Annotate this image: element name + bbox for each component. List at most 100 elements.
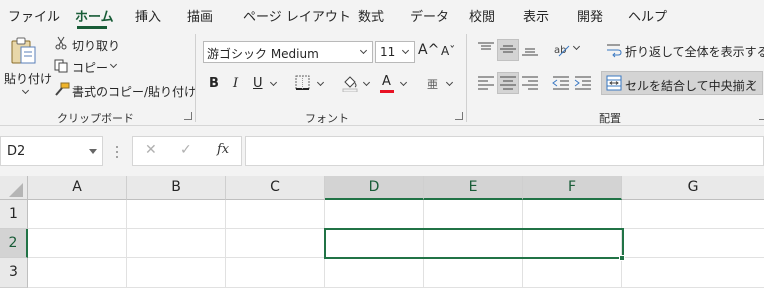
- underline-dropdown-icon[interactable]: [269, 78, 278, 87]
- underline-button[interactable]: U: [253, 76, 263, 91]
- font-name-select[interactable]: 游ゴシック Medium: [203, 41, 373, 63]
- group-divider: [466, 34, 467, 122]
- copy-button[interactable]: コピー: [72, 59, 108, 76]
- fill-color-dropdown-icon[interactable]: [362, 78, 371, 87]
- clipboard-launcher-icon[interactable]: [184, 112, 192, 120]
- paste-dropdown-icon[interactable]: [21, 86, 30, 95]
- paste-button[interactable]: 貼り付け: [4, 70, 52, 87]
- cell-c3[interactable]: [226, 258, 325, 288]
- column-header-a[interactable]: A: [28, 176, 127, 200]
- alignment-group-label: 配置: [599, 112, 621, 125]
- cell-b3[interactable]: [127, 258, 226, 288]
- tab-review[interactable]: 校閲: [469, 6, 495, 25]
- column-header-c[interactable]: C: [226, 176, 325, 200]
- cell-c1[interactable]: [226, 200, 325, 229]
- align-right-icon[interactable]: [521, 75, 539, 91]
- orientation-dropdown-icon[interactable]: [572, 42, 581, 51]
- chevron-down-icon: [401, 46, 410, 55]
- row-header-2[interactable]: 2: [0, 229, 28, 258]
- tab-data[interactable]: データ: [410, 6, 449, 25]
- active-tab-indicator: [77, 26, 107, 29]
- format-painter-icon: [55, 82, 70, 96]
- cell-a1[interactable]: [28, 200, 127, 229]
- font-name-value: 游ゴシック Medium: [207, 47, 319, 61]
- formula-buttons: ✕ ✓ fx: [132, 136, 242, 166]
- align-top-icon[interactable]: [477, 41, 495, 57]
- tab-page-layout[interactable]: ページ レイアウト: [243, 6, 351, 25]
- name-box[interactable]: D2: [0, 136, 103, 166]
- column-header-g[interactable]: G: [622, 176, 764, 200]
- tab-view[interactable]: 表示: [523, 6, 549, 25]
- column-header-d[interactable]: D: [325, 176, 424, 200]
- row-header-1[interactable]: 1: [0, 200, 28, 229]
- font-group-label: フォント: [305, 112, 349, 125]
- tab-draw[interactable]: 描画: [187, 6, 213, 25]
- tab-formulas[interactable]: 数式: [358, 6, 384, 25]
- cancel-button[interactable]: ✕: [145, 142, 157, 158]
- cell-d1[interactable]: [325, 200, 424, 229]
- tab-home[interactable]: ホーム: [75, 6, 114, 25]
- tab-help[interactable]: ヘルプ: [628, 6, 667, 25]
- phonetic-guide-button[interactable]: 亜: [427, 76, 438, 92]
- cell-a3[interactable]: [28, 258, 127, 288]
- align-left-icon[interactable]: [477, 75, 495, 91]
- drag-handle-icon[interactable]: [115, 145, 119, 159]
- formula-input[interactable]: [245, 136, 764, 166]
- cell-a2[interactable]: [28, 229, 127, 258]
- cell-d3[interactable]: [325, 258, 424, 288]
- wrap-text-button[interactable]: 折り返して全体を表示する: [625, 43, 764, 60]
- phonetic-dropdown-icon[interactable]: [445, 78, 454, 87]
- borders-dropdown-icon[interactable]: [316, 78, 325, 87]
- group-divider: [195, 34, 196, 122]
- column-header-b[interactable]: B: [127, 176, 226, 200]
- ribbon-tab-bar: ファイル ホーム 挿入 描画 ページ レイアウト 数式 データ 校閲 表示 開発…: [0, 0, 764, 30]
- paste-icon[interactable]: [9, 36, 39, 66]
- cell-b1[interactable]: [127, 200, 226, 229]
- shrink-font-button[interactable]: Aˇ: [441, 44, 455, 58]
- decrease-indent-icon[interactable]: [552, 75, 570, 91]
- borders-icon[interactable]: [295, 75, 311, 91]
- cell-g3[interactable]: [622, 258, 764, 288]
- font-color-dropdown-icon[interactable]: [399, 78, 408, 87]
- font-color-button[interactable]: A: [382, 74, 391, 89]
- column-header-f[interactable]: F: [523, 176, 622, 200]
- cut-button[interactable]: 切り取り: [72, 37, 120, 54]
- cell-e3[interactable]: [424, 258, 523, 288]
- bold-button[interactable]: B: [209, 76, 219, 91]
- tab-file[interactable]: ファイル: [8, 6, 60, 25]
- cell-g2[interactable]: [622, 229, 764, 258]
- tab-insert[interactable]: 挿入: [135, 6, 161, 25]
- cell-e1[interactable]: [424, 200, 523, 229]
- chevron-down-icon: [359, 46, 368, 55]
- insert-function-button[interactable]: fx: [217, 142, 229, 157]
- name-box-value: D2: [7, 144, 26, 159]
- cell-f1[interactable]: [523, 200, 622, 229]
- italic-button[interactable]: I: [233, 76, 238, 91]
- cell-g1[interactable]: [622, 200, 764, 229]
- enter-button[interactable]: ✓: [180, 142, 192, 158]
- orientation-icon[interactable]: ab: [553, 40, 571, 58]
- clipboard-group-label: クリップボード: [57, 112, 134, 125]
- tab-developer[interactable]: 開発: [577, 6, 603, 25]
- name-box-dropdown-icon[interactable]: [89, 149, 97, 155]
- copy-dropdown-icon[interactable]: [109, 60, 118, 69]
- fill-handle[interactable]: [619, 255, 625, 261]
- cell-b2[interactable]: [127, 229, 226, 258]
- alignment-launcher-icon[interactable]: [759, 112, 764, 120]
- copy-icon: [54, 59, 68, 73]
- grow-font-button[interactable]: A^: [418, 42, 439, 58]
- format-painter-button[interactable]: 書式のコピー/貼り付け: [72, 83, 196, 100]
- ribbon: 貼り付け 切り取り コピー 書式のコピー/貼り付け クリップボード 游ゴシック …: [0, 30, 764, 126]
- font-size-select[interactable]: 11: [375, 41, 415, 63]
- font-launcher-icon[interactable]: [455, 112, 463, 120]
- select-all-button[interactable]: [0, 176, 28, 200]
- row-header-3[interactable]: 3: [0, 258, 28, 288]
- cell-f3[interactable]: [523, 258, 622, 288]
- fill-color-icon[interactable]: [341, 74, 359, 92]
- column-header-e[interactable]: E: [424, 176, 523, 200]
- font-size-value: 11: [380, 45, 396, 59]
- cell-c2[interactable]: [226, 229, 325, 258]
- scissors-icon: [55, 36, 67, 50]
- align-bottom-icon[interactable]: [521, 41, 539, 57]
- increase-indent-icon[interactable]: [574, 75, 592, 91]
